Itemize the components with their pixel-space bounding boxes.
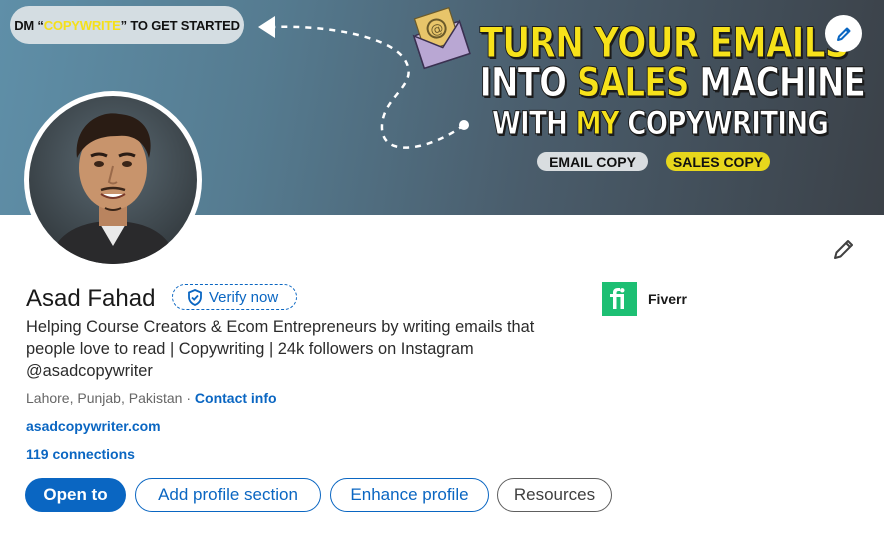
banner-headline-line3: WITH MY COPYWRITING <box>480 104 841 143</box>
website-link[interactable]: asadcopywriter.com <box>26 418 161 434</box>
current-organization[interactable]: Fiverr <box>602 282 687 316</box>
banner-headline-line2-b: SALES <box>576 60 689 107</box>
profile-name: Asad Fahad <box>26 285 156 312</box>
add-profile-section-button[interactable]: Add profile section <box>135 478 321 512</box>
banner-headline-line3-b: MY <box>575 104 620 143</box>
fiverr-glyph <box>609 288 624 309</box>
connections-link[interactable]: 119 connections <box>26 446 135 462</box>
pencil-icon <box>836 27 850 41</box>
banner-headline-line2-a: INTO <box>479 60 577 107</box>
banner-headline-line2: INTO SALES MACHINE <box>479 60 866 107</box>
edit-banner-button[interactable] <box>825 15 862 52</box>
verify-now-label: Verify now <box>209 288 279 306</box>
avatar-portrait <box>29 96 197 264</box>
banner-headline-line2-c: MACHINE <box>688 60 867 107</box>
enhance-profile-button[interactable]: Enhance profile <box>330 478 489 512</box>
edit-profile-pencil-icon[interactable] <box>832 237 856 261</box>
profile-photo[interactable] <box>24 91 202 269</box>
profile-headline: Helping Course Creators & Ecom Entrepren… <box>26 318 535 380</box>
profile-location-row: Lahore, Punjab, Pakistan · Contact info <box>26 390 277 406</box>
banner-headline-line3-a: WITH <box>491 104 576 143</box>
fiverr-logo-icon <box>602 282 637 316</box>
banner-headline-line3-c: COPYWRITING <box>618 104 829 143</box>
location-separator: · <box>182 390 195 406</box>
banner-pill-email-copy: EMAIL COPY <box>537 152 648 171</box>
verify-now-button[interactable]: Verify now <box>172 284 297 310</box>
email-envelope-icon: @ <box>412 7 471 70</box>
banner-pill-sales-copy: SALES COPY <box>666 152 770 171</box>
contact-info-link[interactable]: Contact info <box>195 390 277 406</box>
shield-check-icon <box>188 288 202 306</box>
open-to-button[interactable]: Open to <box>25 478 126 512</box>
resources-button[interactable]: Resources <box>497 478 612 512</box>
organization-name: Fiverr <box>648 291 687 307</box>
profile-location: Lahore, Punjab, Pakistan <box>26 390 183 406</box>
